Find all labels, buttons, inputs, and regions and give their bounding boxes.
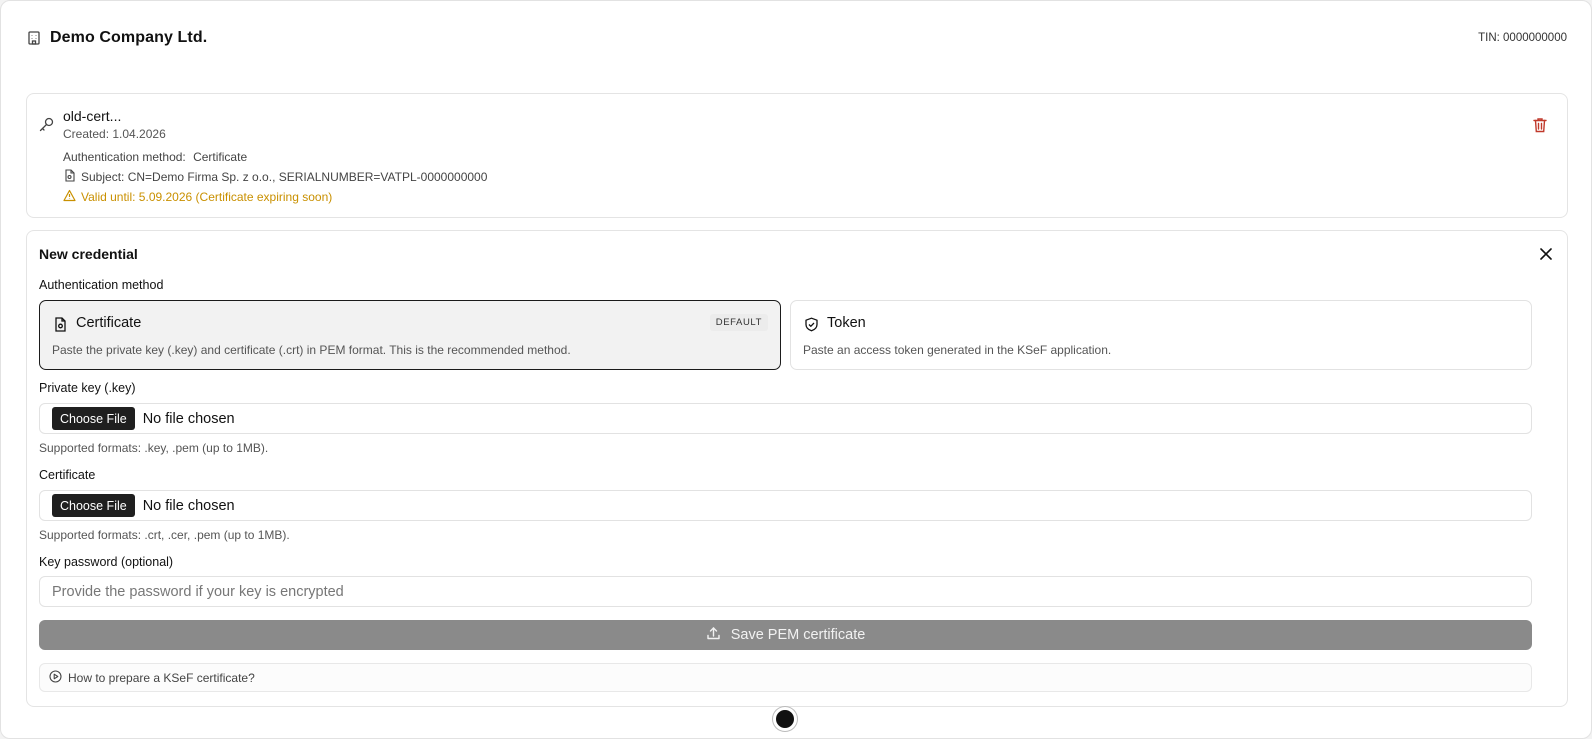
- floating-indicator[interactable]: [773, 707, 797, 731]
- method-description: Paste an access token generated in the K…: [803, 343, 1112, 357]
- page: Demo Company Ltd. TIN: 0000000000 old-ce…: [0, 0, 1592, 739]
- existing-credential-card: old-cert... Created: 1.04.2026 Authentic…: [26, 93, 1568, 218]
- method-description: Paste the private key (.key) and certifi…: [52, 343, 571, 357]
- delete-credential-button[interactable]: [1531, 116, 1549, 134]
- building-icon: [26, 30, 42, 46]
- method-option-token[interactable]: Token Paste an access token generated in…: [790, 300, 1532, 370]
- save-button-label: Save PEM certificate: [730, 627, 866, 643]
- credential-created: Created: 1.04.2026: [63, 127, 166, 141]
- company-name: Demo Company Ltd.: [50, 29, 208, 46]
- ksef-certificate-help-link[interactable]: How to prepare a KSeF certificate?: [39, 663, 1532, 692]
- file-status: No file chosen: [142, 410, 235, 427]
- key-password-label: Key password (optional): [39, 555, 174, 569]
- upload-icon: [706, 626, 721, 645]
- method-title: Certificate: [76, 315, 142, 331]
- credential-method: Authentication method: Certificate: [63, 150, 247, 164]
- certificate-label: Certificate: [39, 468, 96, 482]
- file-status: No file chosen: [142, 497, 235, 514]
- method-option-certificate[interactable]: Certificate DEFAULT Paste the private ke…: [39, 300, 781, 370]
- certificate-file-input[interactable]: Choose File No file chosen: [39, 490, 1532, 521]
- private-key-hint: Supported formats: .key, .pem (up to 1MB…: [39, 441, 269, 455]
- credential-name: old-cert...: [63, 108, 122, 124]
- shield-check-icon: [804, 317, 819, 332]
- save-pem-certificate-button[interactable]: Save PEM certificate: [39, 620, 1532, 650]
- play-circle-icon: [49, 669, 62, 686]
- choose-file-button[interactable]: Choose File: [52, 407, 135, 430]
- auth-method-label: Authentication method: [39, 278, 164, 292]
- tin-number: TIN: 0000000000: [1478, 32, 1567, 44]
- warning-icon: [63, 189, 76, 205]
- credential-subject-text: Subject: CN=Demo Firma Sp. z o.o., SERIA…: [81, 170, 488, 184]
- method-title: Token: [827, 315, 866, 331]
- credential-subject: Subject: CN=Demo Firma Sp. z o.o., SERIA…: [63, 169, 487, 185]
- choose-file-button[interactable]: Choose File: [52, 494, 135, 517]
- credential-validity-text: Valid until: 5.09.2026 (Certificate expi…: [81, 190, 333, 204]
- default-badge: DEFAULT: [709, 314, 768, 331]
- close-icon[interactable]: [1539, 247, 1553, 261]
- certificate-hint: Supported formats: .crt, .cer, .pem (up …: [39, 528, 290, 542]
- credential-method-label: Authentication method:: [63, 150, 186, 164]
- private-key-label: Private key (.key): [39, 381, 136, 395]
- file-certificate-icon: [53, 317, 68, 332]
- help-link-text: How to prepare a KSeF certificate?: [68, 670, 255, 685]
- key-icon: [38, 116, 55, 133]
- credential-method-value: Certificate: [193, 150, 248, 164]
- key-password-input[interactable]: [39, 576, 1532, 607]
- file-certificate-icon: [63, 169, 76, 185]
- private-key-file-input[interactable]: Choose File No file chosen: [39, 403, 1532, 434]
- header: Demo Company Ltd. TIN: 0000000000: [26, 27, 1567, 49]
- new-credential-title: New credential: [39, 246, 138, 262]
- credential-validity: Valid until: 5.09.2026 (Certificate expi…: [63, 189, 332, 205]
- new-credential-card: New credential Authentication method Cer…: [26, 230, 1568, 707]
